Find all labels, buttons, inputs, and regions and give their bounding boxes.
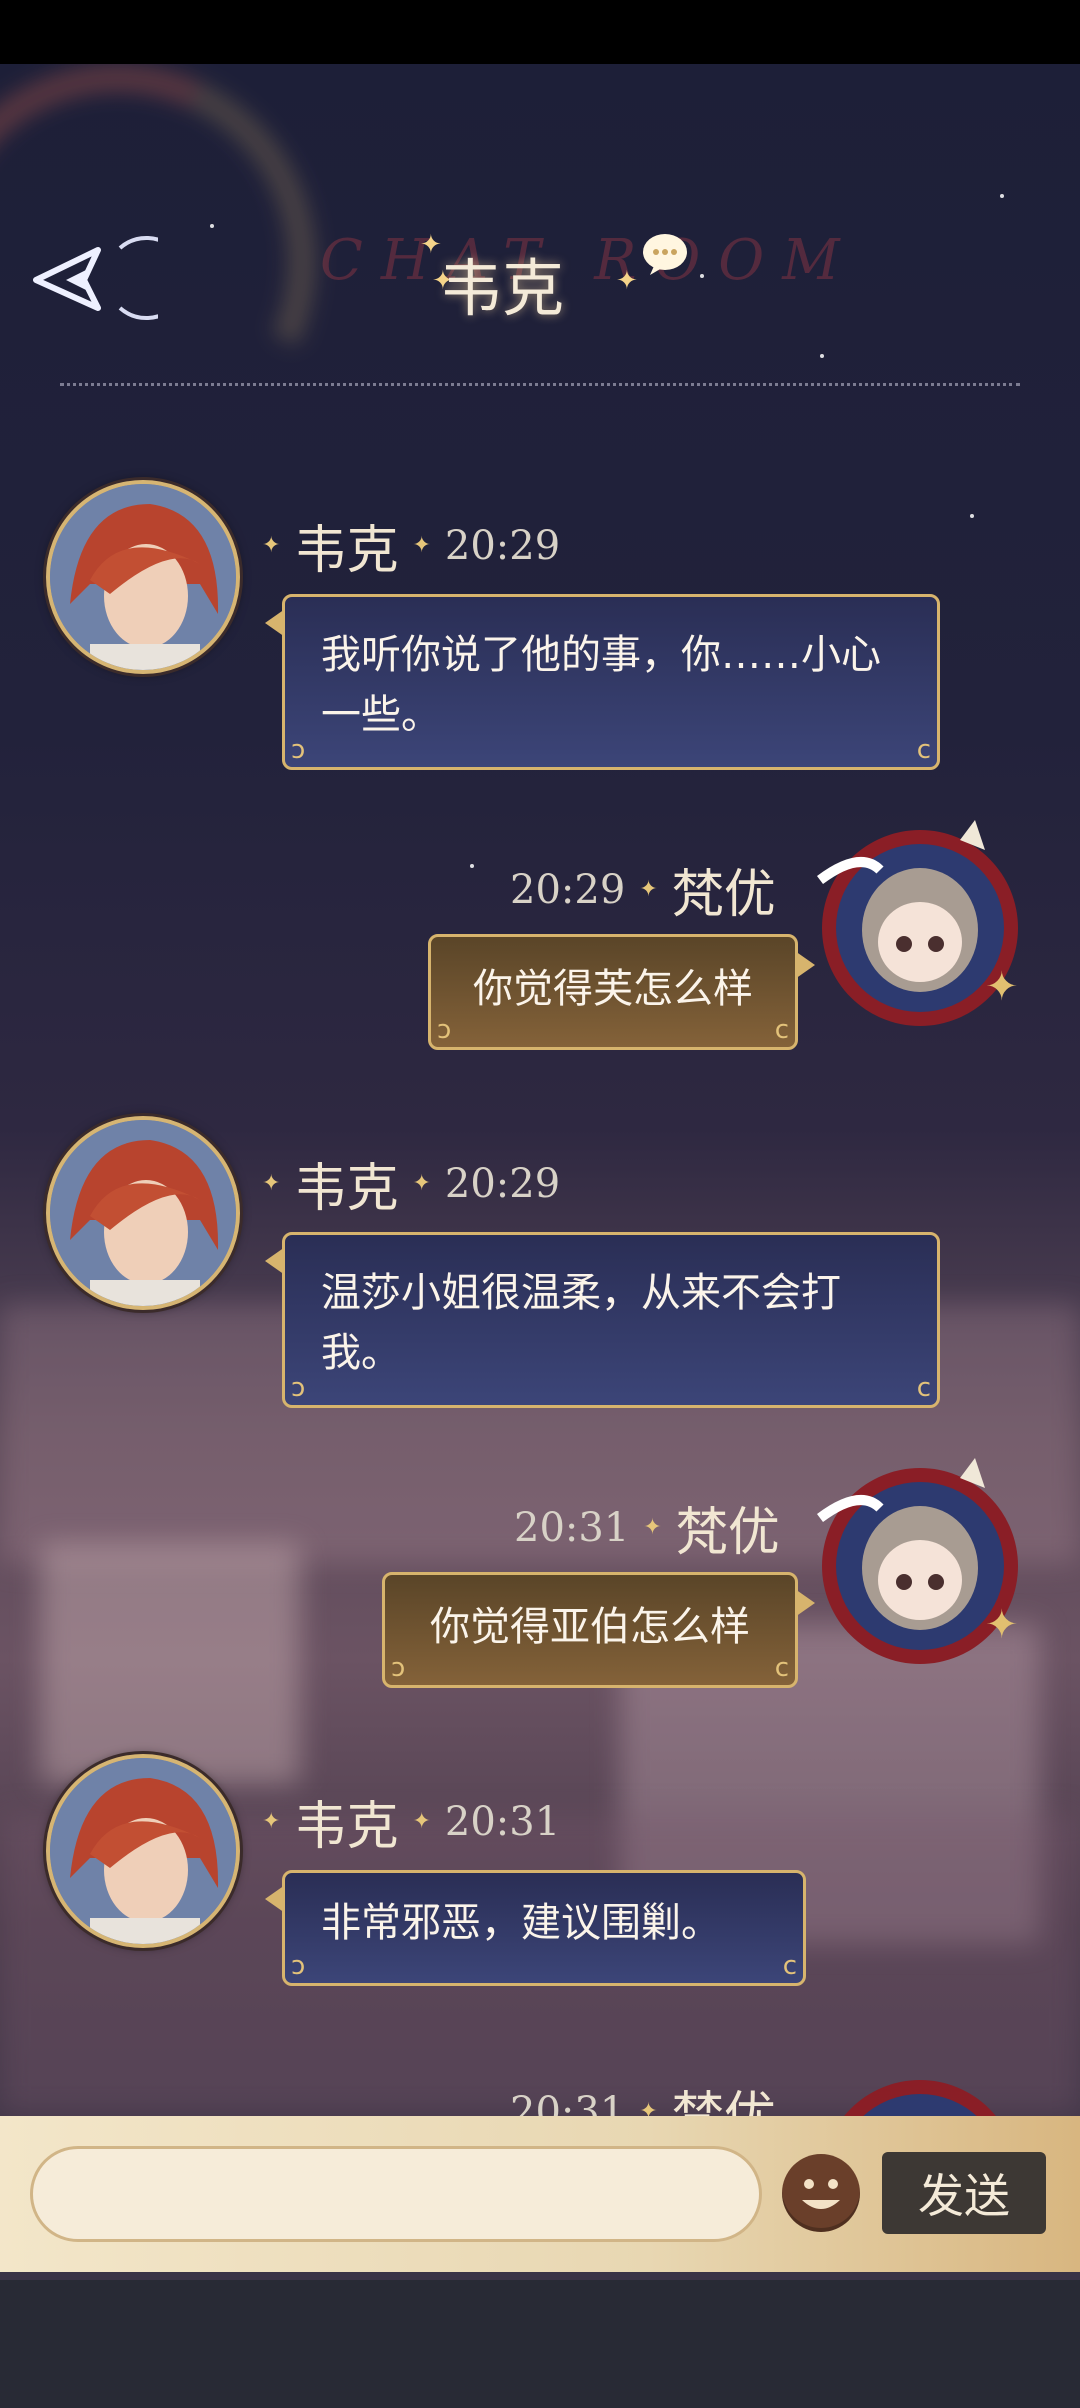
message-text: 温莎小姐很温柔，从来不会打我。: [321, 1270, 841, 1376]
sender-name: 韦克: [294, 521, 399, 581]
message-text: 你觉得亚伯怎么样: [430, 1604, 750, 1650]
message-text: 你觉得芙怎么样: [473, 966, 753, 1012]
chat-room-watermark: CHAT ROOM: [320, 228, 858, 293]
corner-ornament: ↄ: [291, 735, 306, 765]
message-text: 我听你说了他的事，你……小心一些。: [321, 632, 881, 738]
message-bubble[interactable]: 你觉得亚伯怎么样 ↄ c: [382, 1572, 815, 1688]
message-bubble[interactable]: 温莎小姐很温柔，从来不会打我。 ↄ c: [265, 1232, 940, 1408]
corner-ornament: c: [782, 1951, 797, 1981]
avatar-wake[interactable]: [46, 1754, 240, 1948]
corner-ornament: c: [774, 1653, 789, 1683]
corner-ornament: c: [774, 1015, 789, 1045]
message-time: 20:31: [510, 2088, 626, 2117]
bubble-tail: [265, 609, 285, 637]
star-decoration: [820, 354, 824, 358]
star-decoration: [1000, 194, 1004, 198]
sparkle-icon: ✦: [262, 533, 281, 558]
sparkle-icon: ✦: [639, 2099, 658, 2116]
character-portrait: [50, 1120, 236, 1306]
message-header: ✦ 韦克 ✦ 20:29: [262, 508, 560, 583]
corner-ornament: c: [916, 1373, 931, 1403]
back-arrow-icon: [33, 236, 158, 320]
sparkle-icon: ✦: [412, 1809, 431, 1834]
bubble-tail: [795, 951, 815, 979]
message-time: 20:29: [444, 522, 561, 569]
sparkle-icon: ✦: [420, 230, 442, 260]
partial-message: 20:31 ✦ 梵优: [500, 2060, 1080, 2116]
emoji-button[interactable]: [782, 2154, 860, 2232]
corner-ornament: c: [916, 735, 931, 765]
message-time: 20:29: [510, 866, 626, 913]
input-bar: 发送: [0, 2116, 1080, 2272]
sparkle-icon: ✦: [643, 1515, 662, 1540]
sender-name: 梵优: [672, 2074, 776, 2116]
back-button[interactable]: [28, 228, 158, 328]
sender-name: 梵优: [671, 865, 776, 925]
sparkle-icon: ✦: [639, 877, 658, 902]
message-time: 20:31: [444, 1798, 561, 1845]
character-portrait: [50, 484, 236, 670]
message-bubble[interactable]: 我听你说了他的事，你……小心一些。 ↄ c: [265, 594, 940, 770]
svg-text:✦: ✦: [985, 964, 1019, 1010]
header-divider: [60, 383, 1020, 386]
sparkle-icon: ✦: [616, 266, 638, 296]
message-header: ✦ 韦克 ✦ 20:31: [262, 1784, 560, 1859]
sender-name: 韦克: [294, 1159, 399, 1219]
message-time: 20:31: [514, 1504, 630, 1551]
sender-name: 梵优: [675, 1503, 780, 1563]
corner-ornament: ↄ: [391, 1653, 406, 1683]
star-decoration: [470, 864, 474, 868]
character-portrait: ✦: [817, 1458, 1019, 1664]
corner-ornament: ↄ: [437, 1015, 452, 1045]
bubble-tail: [795, 1589, 815, 1617]
message-header: ✦ 韦克 ✦ 20:29: [262, 1146, 560, 1221]
send-button[interactable]: 发送: [882, 2152, 1046, 2234]
message-input[interactable]: [30, 2146, 762, 2242]
message-bubble[interactable]: 非常邪恶，建议围剿。 ↄ c: [265, 1870, 806, 1986]
avatar-wake[interactable]: [46, 480, 240, 674]
bubble-tail: [265, 1885, 285, 1913]
message-text: 非常邪恶，建议围剿。: [321, 1900, 721, 1946]
message-time: 20:29: [444, 1160, 561, 1207]
svg-text:✦: ✦: [985, 1602, 1019, 1648]
avatar-fanyou[interactable]: ✦: [800, 1448, 1030, 1678]
message-header: 20:31 ✦ 梵优: [510, 2074, 776, 2116]
character-portrait: [50, 1758, 236, 1944]
message-bubble[interactable]: 你觉得芙怎么样 ↄ c: [428, 934, 815, 1050]
sender-name: 韦克: [294, 1797, 399, 1857]
message-header: 20:29 ✦ 梵优: [510, 852, 776, 927]
star-decoration: [210, 224, 214, 228]
bubble-tail: [265, 1247, 285, 1275]
corner-ornament: ↄ: [291, 1373, 306, 1403]
message-header: 20:31 ✦ 梵优: [514, 1490, 780, 1565]
avatar-fanyou[interactable]: [800, 2060, 1030, 2116]
blurred-building: [40, 1544, 300, 1784]
character-portrait: ✦: [817, 820, 1019, 1026]
avatar-wake[interactable]: [46, 1116, 240, 1310]
system-nav-bar: [0, 2280, 1080, 2408]
status-bar: [0, 0, 1080, 64]
sparkle-icon: ✦: [412, 1171, 431, 1196]
corner-ornament: ↄ: [291, 1951, 306, 1981]
emoji-icon: [802, 2179, 840, 2209]
sparkle-icon: ✦: [262, 1171, 281, 1196]
chat-bubble-icon: [643, 234, 687, 275]
page-title: 韦克: [440, 252, 565, 325]
sparkle-icon: ✦: [412, 533, 431, 558]
star-decoration: [970, 514, 974, 518]
avatar-fanyou[interactable]: ✦: [800, 810, 1030, 1040]
sparkle-icon: ✦: [262, 1809, 281, 1834]
